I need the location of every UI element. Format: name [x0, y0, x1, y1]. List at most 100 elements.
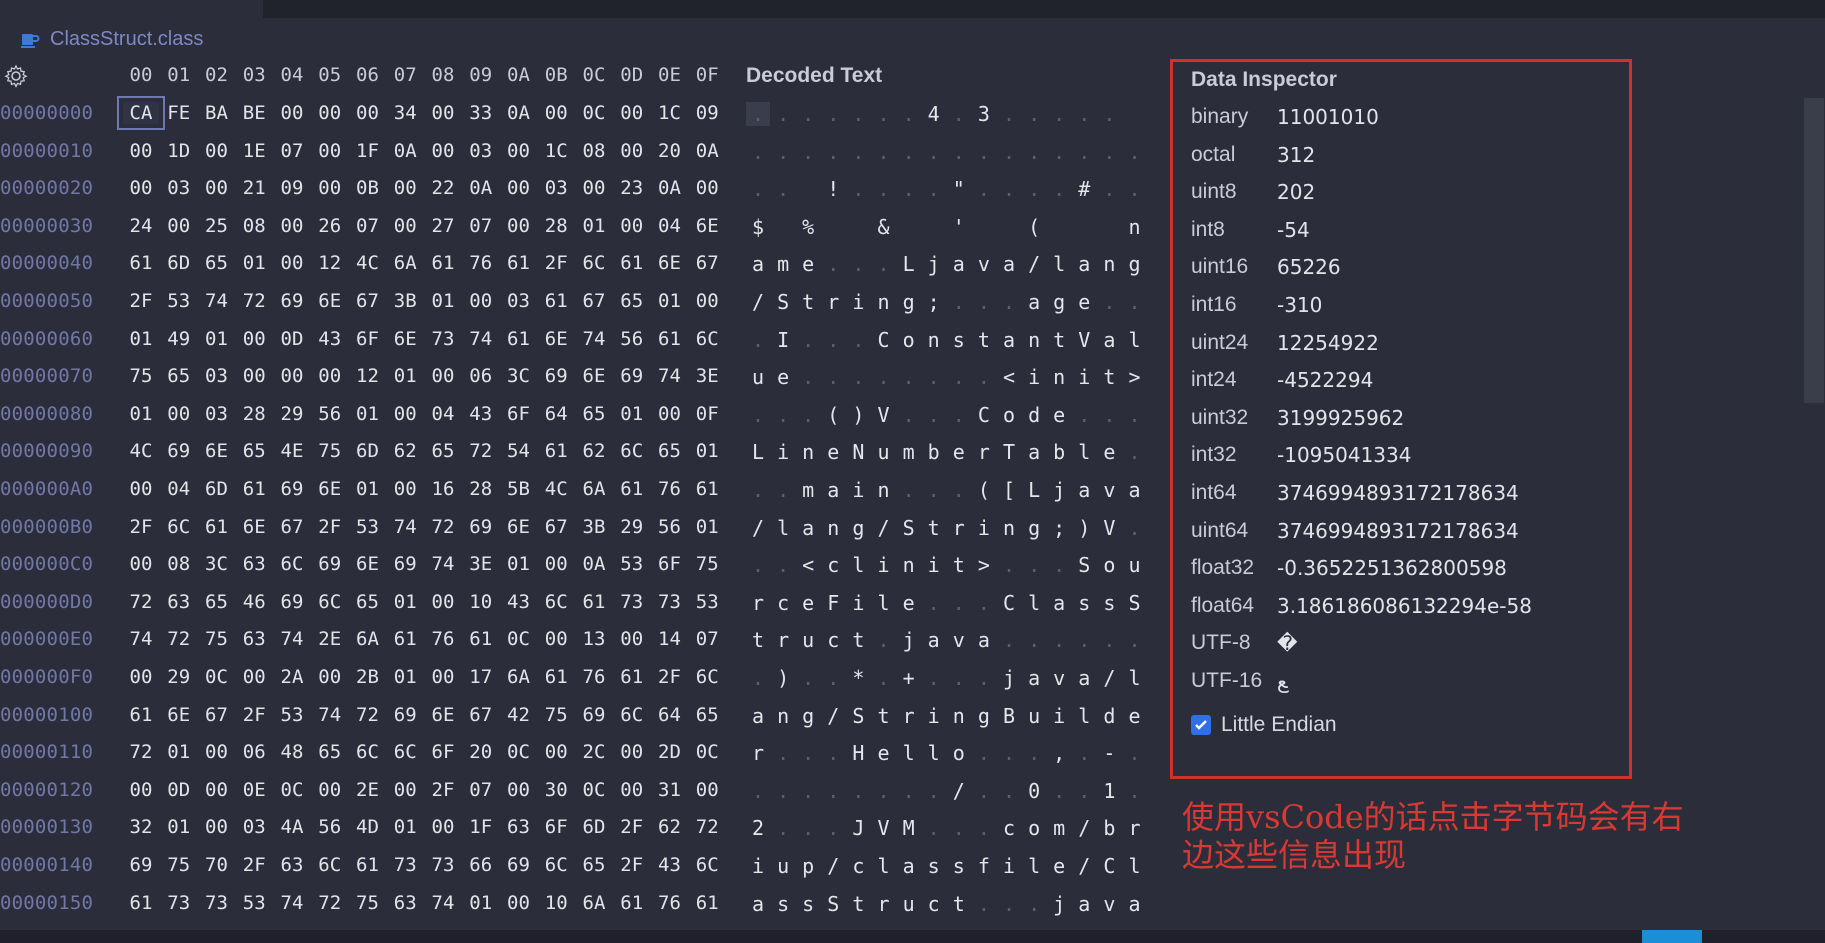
decoded-char[interactable]: .: [1047, 102, 1071, 126]
decoded-char[interactable]: m: [771, 252, 795, 276]
decoded-char[interactable]: .: [1022, 102, 1046, 126]
hex-byte[interactable]: 72: [236, 290, 272, 312]
hex-byte[interactable]: 6C: [161, 516, 197, 538]
hex-byte[interactable]: 62: [387, 440, 423, 462]
hex-byte[interactable]: 00: [387, 478, 423, 500]
decoded-char[interactable]: r: [821, 290, 845, 314]
decoded-char[interactable]: e: [947, 440, 971, 464]
hex-byte[interactable]: 74: [576, 328, 612, 350]
hex-byte[interactable]: 3E: [463, 553, 499, 575]
decoded-char[interactable]: v: [947, 628, 971, 652]
hex-byte[interactable]: 49: [161, 328, 197, 350]
hex-byte[interactable]: 09: [274, 177, 310, 199]
decoded-char[interactable]: .: [821, 741, 845, 765]
vertical-scrollbar[interactable]: [1804, 98, 1824, 403]
decoded-char[interactable]: u: [1123, 553, 1147, 577]
decoded-char[interactable]: .: [972, 365, 996, 389]
decoded-char[interactable]: .: [846, 328, 870, 352]
decoded-char[interactable]: /: [872, 516, 896, 540]
decoded-char[interactable]: .: [997, 741, 1021, 765]
hex-byte[interactable]: 69: [576, 704, 612, 726]
decoded-char[interactable]: .: [947, 102, 971, 126]
hex-byte[interactable]: 73: [425, 328, 461, 350]
decoded-char[interactable]: .: [1123, 290, 1147, 314]
hex-byte[interactable]: 6C: [312, 591, 348, 613]
hex-byte[interactable]: 6C: [538, 854, 574, 876]
hex-byte[interactable]: 28: [463, 478, 499, 500]
decoded-char[interactable]: u: [746, 365, 770, 389]
hex-byte[interactable]: 0C: [501, 628, 537, 650]
hex-byte[interactable]: 61: [501, 328, 537, 350]
decoded-char[interactable]: i: [1022, 365, 1046, 389]
hex-byte[interactable]: 29: [161, 666, 197, 688]
decoded-char[interactable]: c: [821, 628, 845, 652]
decoded-char[interactable]: .: [872, 102, 896, 126]
decoded-char[interactable]: .: [846, 177, 870, 201]
hex-byte[interactable]: 2C: [576, 741, 612, 763]
decoded-char[interactable]: g: [1022, 516, 1046, 540]
hex-byte[interactable]: 3C: [199, 553, 235, 575]
decoded-char[interactable]: .: [746, 478, 770, 502]
hex-byte[interactable]: 2A: [274, 666, 310, 688]
decoded-char[interactable]: n: [1047, 365, 1071, 389]
decoded-char[interactable]: t: [1097, 365, 1121, 389]
decoded-char[interactable]: .: [972, 666, 996, 690]
decoded-char[interactable]: .: [771, 140, 795, 164]
hex-byte[interactable]: 06: [463, 365, 499, 387]
decoded-char[interactable]: u: [796, 628, 820, 652]
hex-byte[interactable]: 01: [387, 666, 423, 688]
decoded-char[interactable]: .: [972, 591, 996, 615]
decoded-char[interactable]: a: [997, 252, 1021, 276]
hex-byte[interactable]: 6F: [501, 403, 537, 425]
decoded-char[interactable]: r: [972, 440, 996, 464]
hex-byte[interactable]: 72: [123, 591, 159, 613]
decoded-char[interactable]: .: [1097, 628, 1121, 652]
decoded-char[interactable]: .: [897, 478, 921, 502]
decoded-char[interactable]: a: [1072, 478, 1096, 502]
hex-byte[interactable]: 72: [463, 440, 499, 462]
decoded-char[interactable]: S: [771, 290, 795, 314]
hex-byte[interactable]: 61: [576, 591, 612, 613]
hex-byte[interactable]: 75: [350, 892, 386, 914]
hex-byte[interactable]: 2D: [652, 741, 688, 763]
decoded-char[interactable]: l: [1123, 666, 1147, 690]
decoded-char[interactable]: n: [872, 290, 896, 314]
hex-byte[interactable]: 01: [350, 403, 386, 425]
decoded-char[interactable]: .: [771, 553, 795, 577]
hex-byte[interactable]: 07: [274, 140, 310, 162]
hex-byte[interactable]: 07: [689, 628, 725, 650]
decoded-char[interactable]: .: [1097, 403, 1121, 427]
hex-byte[interactable]: 00: [576, 177, 612, 199]
hex-byte[interactable]: 62: [652, 816, 688, 838]
hex-byte[interactable]: 00: [312, 140, 348, 162]
decoded-char[interactable]: V: [872, 816, 896, 840]
decoded-char[interactable]: i: [771, 440, 795, 464]
hex-byte[interactable]: 72: [425, 516, 461, 538]
hex-byte[interactable]: BE: [236, 102, 272, 124]
hex-byte[interactable]: 00: [312, 666, 348, 688]
hex-byte[interactable]: 23: [614, 177, 650, 199]
hex-byte[interactable]: 06: [236, 741, 272, 763]
decoded-char[interactable]: .: [1022, 741, 1046, 765]
decoded-char[interactable]: n: [922, 328, 946, 352]
hex-byte[interactable]: 6E: [425, 704, 461, 726]
decoded-char[interactable]: S: [1072, 553, 1096, 577]
hex-byte[interactable]: 69: [387, 704, 423, 726]
hex-byte[interactable]: 73: [199, 892, 235, 914]
hex-byte[interactable]: 07: [463, 779, 499, 801]
decoded-char[interactable]: .: [1022, 177, 1046, 201]
hex-byte[interactable]: 66: [463, 854, 499, 876]
hex-byte[interactable]: 74: [199, 290, 235, 312]
hex-byte[interactable]: 01: [614, 403, 650, 425]
hex-byte[interactable]: 01: [463, 892, 499, 914]
checkbox-checked-icon[interactable]: [1191, 715, 1211, 735]
decoded-char[interactable]: .: [846, 252, 870, 276]
hex-byte[interactable]: 01: [501, 553, 537, 575]
decoded-char[interactable]: .: [922, 779, 946, 803]
decoded-char[interactable]: .: [947, 140, 971, 164]
decoded-char[interactable]: .: [746, 328, 770, 352]
hex-byte[interactable]: 6E: [538, 328, 574, 350]
hex-byte[interactable]: 00: [123, 140, 159, 162]
hex-byte[interactable]: 1F: [463, 816, 499, 838]
hex-byte[interactable]: 63: [387, 892, 423, 914]
